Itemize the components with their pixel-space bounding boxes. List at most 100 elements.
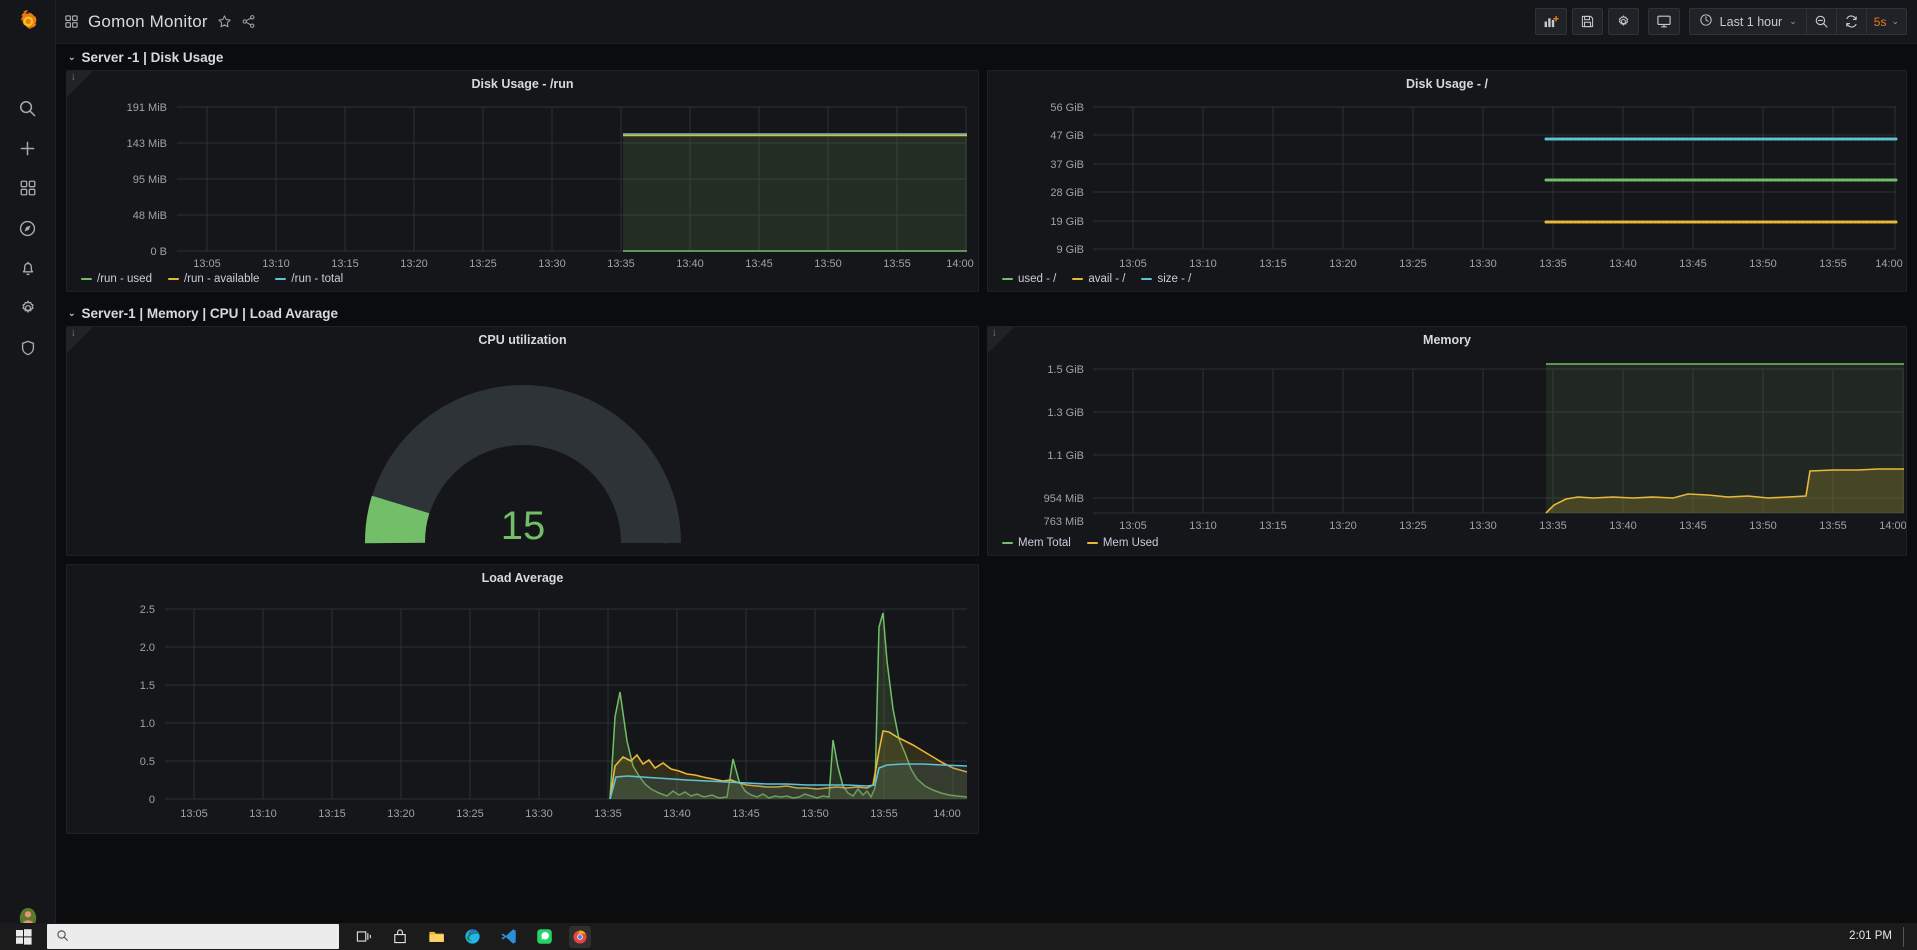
show-desktop-button[interactable] [1903, 926, 1909, 947]
chevron-down-icon: ⌄ [68, 307, 76, 318]
legend-item[interactable]: /run - available [167, 273, 260, 285]
time-controls: Last 1 hour ⌄ 5s ⌄ [1688, 8, 1907, 35]
svg-text:13:50: 13:50 [801, 808, 829, 820]
legend-color-swatch [81, 278, 92, 280]
sidebar-item-create[interactable] [0, 128, 56, 168]
svg-text:13:35: 13:35 [594, 808, 622, 820]
time-range-label: Last 1 hour [1719, 14, 1783, 29]
dashboards-icon [19, 179, 37, 197]
svg-text:56 GiB: 56 GiB [1050, 102, 1084, 114]
svg-text:47 GiB: 47 GiB [1050, 130, 1084, 142]
tv-mode-button[interactable] [1647, 8, 1680, 35]
svg-text:13:50: 13:50 [814, 258, 842, 269]
svg-text:13:15: 13:15 [1259, 520, 1287, 532]
sidebar-item-server-admin[interactable] [0, 328, 56, 368]
time-range-picker[interactable]: Last 1 hour ⌄ [1688, 8, 1807, 35]
svg-text:95 MiB: 95 MiB [133, 174, 167, 186]
add-panel-button[interactable] [1534, 8, 1567, 35]
svg-text:1.3 GiB: 1.3 GiB [1047, 407, 1084, 419]
taskbar-clock[interactable]: 2:01 PM [1849, 930, 1892, 942]
svg-text:954 MiB: 954 MiB [1044, 493, 1084, 505]
panel-title[interactable]: Load Average [67, 565, 978, 591]
svg-text:13:10: 13:10 [1189, 258, 1217, 269]
plot-disk-usage-run[interactable]: 191 MiB 143 MiB 95 MiB 48 MiB 0 B 13:05 … [67, 97, 978, 269]
legend-item[interactable]: Mem Total [1002, 537, 1071, 549]
dashboard-settings-button[interactable] [1607, 8, 1639, 35]
legend-label: /run - available [183, 273, 260, 285]
save-dashboard-button[interactable] [1571, 8, 1603, 35]
svg-text:13:45: 13:45 [1679, 520, 1707, 532]
svg-text:19 GiB: 19 GiB [1050, 216, 1084, 228]
sidebar-item-explore[interactable] [0, 208, 56, 248]
legend-item[interactable]: size - / [1141, 273, 1191, 285]
search-icon [56, 929, 69, 945]
chrome-icon[interactable] [569, 925, 591, 948]
refresh-button[interactable] [1835, 8, 1867, 35]
share-icon[interactable] [241, 14, 256, 29]
sidebar-item-search[interactable] [0, 88, 56, 128]
legend-item[interactable]: used - / [1002, 273, 1056, 285]
dashboard-row-disk-usage[interactable]: ⌄ Server -1 | Disk Usage [66, 44, 1907, 70]
svg-text:13:20: 13:20 [400, 258, 428, 269]
task-view-icon[interactable] [353, 926, 375, 948]
svg-text:13:25: 13:25 [1399, 520, 1427, 532]
panel-datasource-marker: i [72, 328, 75, 338]
whatsapp-icon[interactable] [533, 926, 555, 948]
taskbar-system-tray: 2:01 PM [1849, 926, 1917, 947]
svg-text:1.0: 1.0 [140, 718, 155, 730]
legend-color-swatch [1086, 542, 1098, 544]
legend-item[interactable]: /run - total [275, 273, 343, 285]
svg-text:13:30: 13:30 [1469, 520, 1497, 532]
legend-color-swatch [167, 278, 179, 280]
dashboard-row-memory-cpu-load[interactable]: ⌄ Server-1 | Memory | CPU | Load Avarage [66, 300, 1907, 326]
refresh-interval-label: 5s [1873, 14, 1887, 29]
svg-text:13:15: 13:15 [331, 258, 359, 269]
breadcrumb: Gomon Monitor [64, 12, 256, 32]
legend-color-swatch [1072, 278, 1084, 280]
panel-title[interactable]: Disk Usage - /run [67, 71, 978, 97]
panel-row-1: i Disk Usage - /run 191 MiB 143 MiB 95 M… [66, 70, 1907, 292]
star-icon[interactable] [217, 14, 232, 29]
legend-item[interactable]: Mem Used [1086, 537, 1159, 549]
panel-datasource-marker: i [72, 72, 75, 82]
panel-title[interactable]: Memory [988, 327, 1906, 353]
vscode-icon[interactable] [497, 926, 519, 948]
svg-text:13:45: 13:45 [1679, 258, 1707, 269]
plot-memory[interactable]: 1.5 GiB 1.3 GiB 1.1 GiB 954 MiB 763 MiB … [988, 353, 1906, 533]
legend-label: /run - total [291, 273, 344, 285]
svg-text:13:10: 13:10 [262, 258, 290, 269]
file-explorer-icon[interactable] [425, 926, 447, 948]
grafana-logo-icon[interactable] [0, 0, 56, 44]
svg-text:0 B: 0 B [150, 246, 167, 258]
windows-taskbar: 2:01 PM [0, 923, 1917, 950]
legend-item[interactable]: avail - / [1072, 273, 1125, 285]
edge-icon[interactable] [461, 926, 483, 948]
svg-text:13:20: 13:20 [1329, 258, 1357, 269]
svg-text:1.5 GiB: 1.5 GiB [1047, 364, 1084, 376]
sidebar-item-configuration[interactable] [0, 288, 56, 328]
store-icon[interactable] [389, 926, 411, 948]
taskbar-search-input[interactable] [47, 924, 339, 949]
svg-text:13:05: 13:05 [1119, 258, 1147, 269]
clock-icon [1699, 13, 1713, 30]
legend-label: Mem Used [1102, 537, 1159, 549]
gauge-cpu-utilization[interactable]: 15 [67, 353, 978, 553]
panel-title[interactable]: Disk Usage - / [988, 71, 1906, 97]
windows-start-icon[interactable] [0, 923, 47, 950]
plot-disk-usage-root[interactable]: 56 GiB 47 GiB 37 GiB 28 GiB 19 GiB 9 GiB… [988, 97, 1906, 269]
plot-load-average[interactable]: 2.5 2.0 1.5 1.0 0.5 0 13:05 13:10 13:15 … [67, 591, 978, 829]
sidebar-item-alerting[interactable] [0, 248, 56, 288]
sidebar-item-dashboards[interactable] [0, 168, 56, 208]
svg-text:13:40: 13:40 [1609, 258, 1637, 269]
legend-memory: Mem Total Mem Used [988, 533, 1906, 549]
legend-item[interactable]: /run - used [81, 273, 152, 285]
svg-text:13:40: 13:40 [1609, 520, 1637, 532]
svg-text:28 GiB: 28 GiB [1050, 187, 1084, 199]
svg-text:191 MiB: 191 MiB [127, 102, 167, 114]
zoom-out-button[interactable] [1805, 8, 1837, 35]
panel-title[interactable]: CPU utilization [67, 327, 978, 353]
svg-text:48 MiB: 48 MiB [133, 210, 167, 222]
refresh-interval-picker[interactable]: 5s ⌄ [1865, 8, 1907, 35]
dashboard-toolbar: Gomon Monitor Last 1 hour ⌄ 5s ⌄ [56, 0, 1917, 44]
page-title[interactable]: Gomon Monitor [88, 12, 208, 32]
